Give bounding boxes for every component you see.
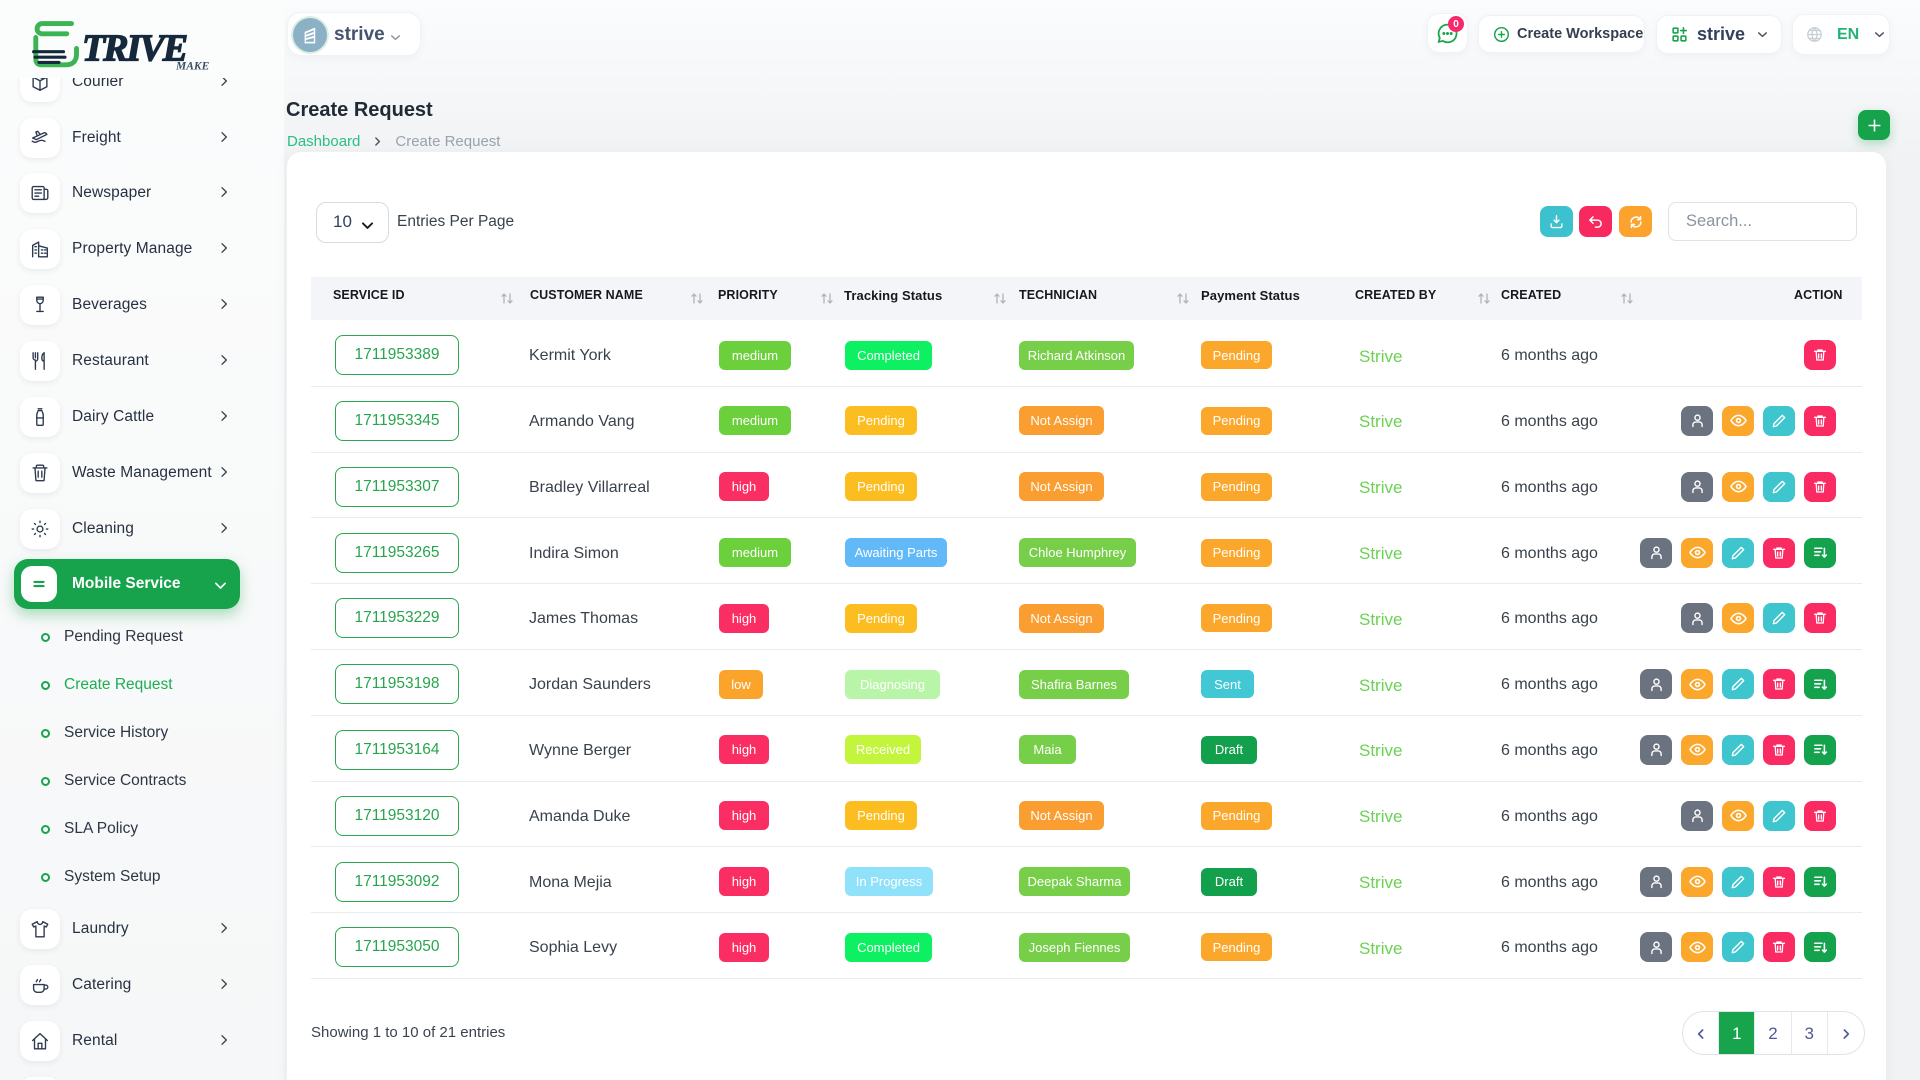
svg-text:TRIVE: TRIVE (82, 28, 187, 70)
svg-text:MAKE: MAKE (175, 61, 210, 73)
